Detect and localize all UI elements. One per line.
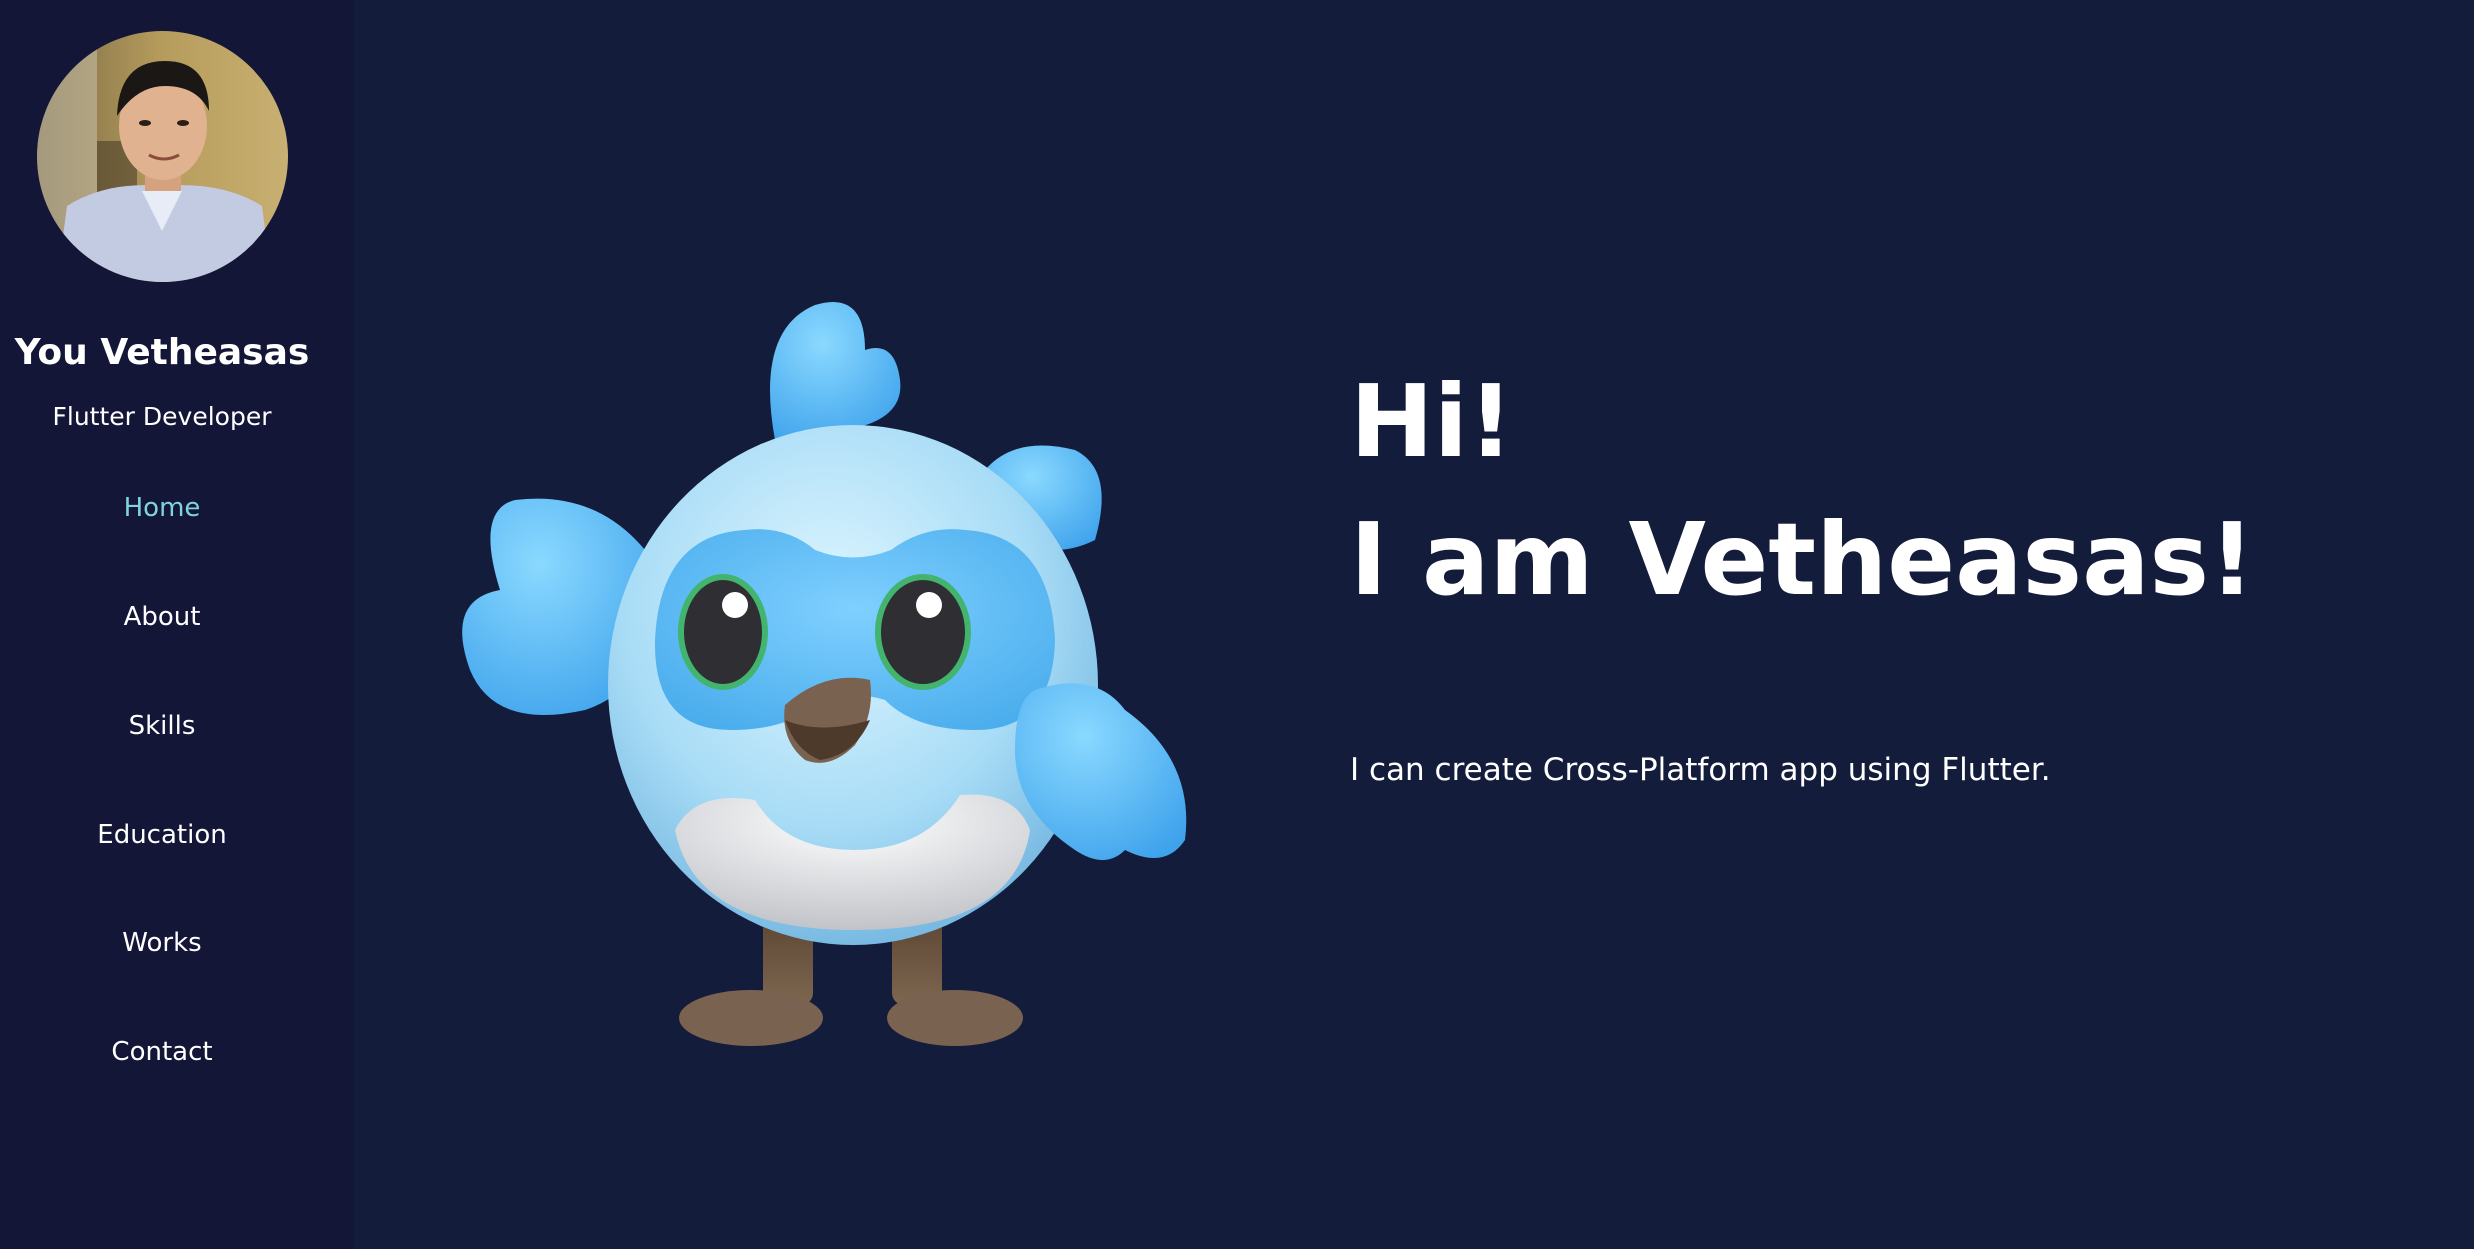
hero-tagline: I can create Cross-Platform app using Fl… xyxy=(1350,752,2051,788)
sidebar: You Vetheasas Flutter Developer Home Abo… xyxy=(0,0,354,1249)
nav-item-about[interactable]: About xyxy=(0,587,324,647)
profile-name: You Vetheasas xyxy=(14,332,310,373)
profile-role: Flutter Developer xyxy=(52,402,272,431)
nav-item-education[interactable]: Education xyxy=(0,805,324,865)
greeting-line-1: Hi! xyxy=(1350,363,1514,480)
greeting-line-2: I am Vetheasas! xyxy=(1350,501,2255,618)
dash-mascot-illustration xyxy=(455,290,1215,1070)
avatar xyxy=(37,31,288,282)
nav-item-works[interactable]: Works xyxy=(0,913,324,973)
nav-item-contact[interactable]: Contact xyxy=(0,1022,324,1082)
app-root: You Vetheasas Flutter Developer Home Abo… xyxy=(0,0,2474,1249)
nav-item-skills[interactable]: Skills xyxy=(0,696,324,756)
nav-item-home[interactable]: Home xyxy=(0,478,324,538)
